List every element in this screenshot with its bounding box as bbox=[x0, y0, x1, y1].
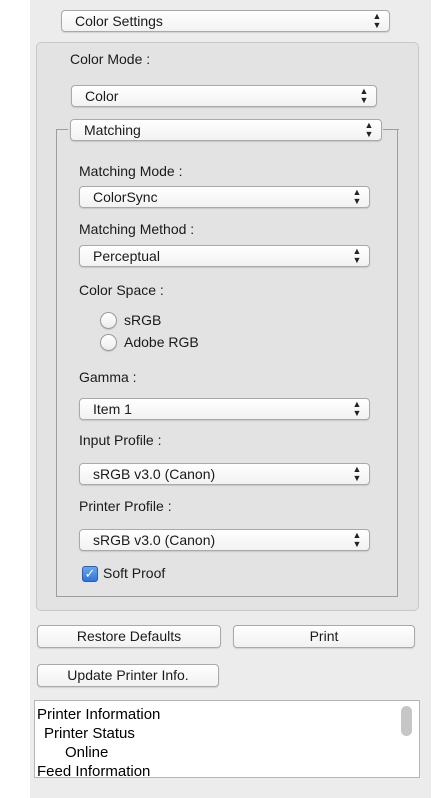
updown-chevron-icon: ▲ ▼ bbox=[364, 120, 374, 139]
printer-info-list[interactable]: Printer Information Printer Status Onlin… bbox=[34, 700, 420, 778]
frame-line bbox=[383, 129, 399, 130]
matching-mode-label: Matching Mode : bbox=[79, 163, 183, 179]
settings-category-value: Color Settings bbox=[75, 13, 163, 29]
update-printer-info-button[interactable]: Update Printer Info. bbox=[37, 664, 219, 687]
matching-method-label: Matching Method : bbox=[79, 221, 195, 237]
gamma-value: Item 1 bbox=[93, 401, 132, 417]
list-item: Feed Information bbox=[37, 763, 151, 778]
printer-profile-popup[interactable]: sRGB v3.0 (Canon) ▲ ▼ bbox=[79, 529, 370, 551]
restore-defaults-button[interactable]: Restore Defaults bbox=[37, 625, 221, 648]
color-space-label: Color Space : bbox=[79, 282, 164, 298]
color-mode-label: Color Mode : bbox=[70, 51, 151, 67]
radio-adobe-rgb-label: Adobe RGB bbox=[124, 334, 199, 350]
radio-srgb-label: sRGB bbox=[124, 312, 162, 328]
settings-category-popup[interactable]: Color Settings ▲ ▼ bbox=[61, 10, 390, 32]
updown-chevron-icon: ▲ ▼ bbox=[352, 464, 362, 483]
color-mode-value: Color bbox=[85, 88, 119, 104]
soft-proof-checkbox[interactable]: ✓ bbox=[82, 566, 98, 582]
input-profile-label: Input Profile : bbox=[79, 432, 162, 448]
matching-method-value: Perceptual bbox=[93, 248, 160, 264]
updown-chevron-icon: ▲ ▼ bbox=[352, 246, 362, 265]
print-button[interactable]: Print bbox=[233, 625, 415, 648]
matching-method-popup[interactable]: Perceptual ▲ ▼ bbox=[79, 245, 370, 267]
soft-proof-label: Soft Proof bbox=[103, 565, 166, 581]
frame-line bbox=[56, 129, 68, 130]
checkmark-icon: ✓ bbox=[84, 566, 96, 581]
matching-popup[interactable]: Matching ▲ ▼ bbox=[70, 119, 382, 141]
list-item: Online bbox=[65, 744, 109, 761]
updown-chevron-icon: ▲ ▼ bbox=[352, 530, 362, 549]
list-item: Printer Information bbox=[37, 706, 161, 723]
printer-profile-label: Printer Profile : bbox=[79, 498, 172, 514]
input-profile-value: sRGB v3.0 (Canon) bbox=[93, 466, 216, 482]
gamma-label: Gamma : bbox=[79, 369, 137, 385]
updown-chevron-icon: ▲ ▼ bbox=[352, 187, 362, 206]
input-profile-popup[interactable]: sRGB v3.0 (Canon) ▲ ▼ bbox=[79, 463, 370, 485]
scrollbar-thumb[interactable] bbox=[401, 706, 412, 736]
updown-chevron-icon: ▲ ▼ bbox=[372, 11, 382, 30]
list-item: Printer Status bbox=[44, 725, 135, 742]
color-mode-popup[interactable]: Color ▲ ▼ bbox=[71, 85, 377, 107]
matching-value: Matching bbox=[84, 122, 141, 138]
updown-chevron-icon: ▲ ▼ bbox=[359, 86, 369, 105]
updown-chevron-icon: ▲ ▼ bbox=[352, 399, 362, 418]
printer-profile-value: sRGB v3.0 (Canon) bbox=[93, 532, 216, 548]
gamma-popup[interactable]: Item 1 ▲ ▼ bbox=[79, 398, 370, 420]
matching-mode-popup[interactable]: ColorSync ▲ ▼ bbox=[79, 186, 370, 208]
radio-adobe-rgb[interactable] bbox=[100, 334, 117, 351]
radio-srgb[interactable] bbox=[100, 312, 117, 329]
matching-mode-value: ColorSync bbox=[93, 189, 158, 205]
